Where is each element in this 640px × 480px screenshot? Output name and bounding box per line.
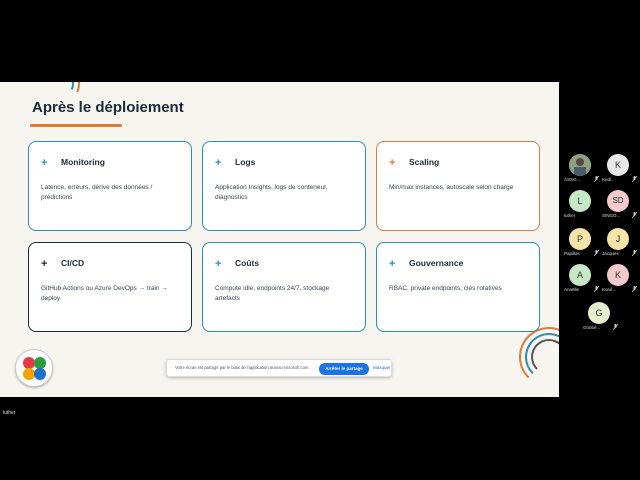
participant-tile[interactable]: SD SINGO... — [602, 190, 637, 224]
card-title: Coûts — [235, 258, 260, 268]
avatar: L — [569, 190, 591, 212]
participant-tile[interactable]: K Kedi... — [602, 154, 637, 188]
card-logs: + Logs Application Insights, logs de con… — [202, 141, 366, 231]
plus-icon: + — [215, 157, 222, 169]
mic-muted-icon — [632, 250, 637, 256]
card-cicd: + CI/CD GitHub Actions ou Azure DevOps →… — [28, 242, 192, 332]
participant-name: Jacques — [602, 251, 619, 256]
card-title: Monitoring — [61, 157, 105, 167]
card-description: GitHub Actions ou Azure DevOps → train →… — [41, 285, 168, 302]
avatar — [569, 154, 591, 176]
participant-tile[interactable]: A Anaëlle — [564, 264, 599, 298]
card-title: Logs — [235, 157, 256, 167]
participant-tile[interactable]: K Koné... — [602, 264, 637, 298]
plus-icon: + — [215, 258, 222, 270]
plus-icon: + — [389, 157, 396, 169]
participant-tile[interactable]: G Gonbé... — [583, 302, 618, 336]
slide-title: Après le déploiement — [32, 99, 184, 116]
card-description: Application Insights, logs de conteneur,… — [215, 184, 328, 201]
mic-muted-icon — [594, 250, 599, 256]
presenter-name: luther — [3, 410, 16, 416]
mic-muted-icon — [632, 176, 637, 182]
avatar: K — [607, 154, 629, 176]
participant-name: Anaëlle — [564, 287, 580, 292]
avatar: K — [607, 264, 629, 286]
participant-tile[interactable]: J Jacques — [602, 228, 637, 262]
mic-muted-icon — [632, 286, 637, 292]
card-couts: + Coûts Compute idle, endpoints 24/7, st… — [202, 242, 366, 332]
participant-name: Kedi... — [602, 177, 615, 182]
card-scaling: + Scaling Min/max instances, autoscale s… — [376, 141, 540, 231]
meeting-stage: Après le déploiement + Monitoring Latenc… — [0, 0, 640, 480]
share-message: Votre écran est partagé par le biais de … — [175, 365, 310, 370]
avatar: G — [588, 302, 610, 324]
participant-name: Gonbé... — [583, 325, 601, 330]
card-description: Compute idle, endpoints 24/7, stockage a… — [215, 285, 330, 302]
participant-name: luther — [564, 213, 576, 218]
participant-tile[interactable]: P Papillas — [564, 228, 599, 262]
hide-share-bar-link[interactable]: Masquer — [373, 365, 391, 370]
card-title: Gouvernance — [409, 258, 464, 268]
title-underline — [30, 124, 122, 127]
avatar: P — [569, 228, 591, 250]
plus-icon: + — [41, 258, 48, 270]
card-description: Latence, erreurs, dérive des données / p… — [41, 184, 153, 201]
plus-icon: + — [389, 258, 396, 270]
participant-tile[interactable]: ASSO... — [564, 154, 599, 188]
card-title: CI/CD — [61, 258, 85, 268]
mic-muted-icon — [594, 286, 599, 292]
mic-muted-icon — [594, 176, 599, 182]
participant-name: SINGO... — [602, 213, 621, 218]
avatar: SD — [607, 190, 629, 212]
participant-name: Papillas — [564, 251, 580, 256]
stop-sharing-button[interactable]: Arrêter le partage — [319, 363, 369, 375]
card-title: Scaling — [409, 157, 440, 167]
shared-slide: Après le déploiement + Monitoring Latenc… — [0, 82, 559, 397]
company-logo — [15, 349, 53, 387]
participant-name: ASSO... — [564, 177, 581, 182]
card-gouvernance: + Gouvernance RBAC, private endpoints, c… — [376, 242, 540, 332]
decor-arc — [531, 339, 559, 375]
card-monitoring: + Monitoring Latence, erreurs, dérive de… — [28, 141, 192, 231]
card-description: RBAC, private endpoints, clés rotatives — [389, 285, 502, 292]
mic-muted-icon — [632, 212, 637, 218]
participant-name: Koné... — [602, 287, 617, 292]
avatar: J — [607, 228, 629, 250]
card-description: Min/max instances, autoscale selon charg… — [389, 184, 514, 191]
screen-share-bar: Votre écran est partagé par le biais de … — [166, 359, 392, 377]
mic-muted-icon — [613, 324, 618, 330]
participant-tile[interactable]: L luther — [564, 190, 596, 224]
avatar: A — [569, 264, 591, 286]
plus-icon: + — [41, 157, 48, 169]
